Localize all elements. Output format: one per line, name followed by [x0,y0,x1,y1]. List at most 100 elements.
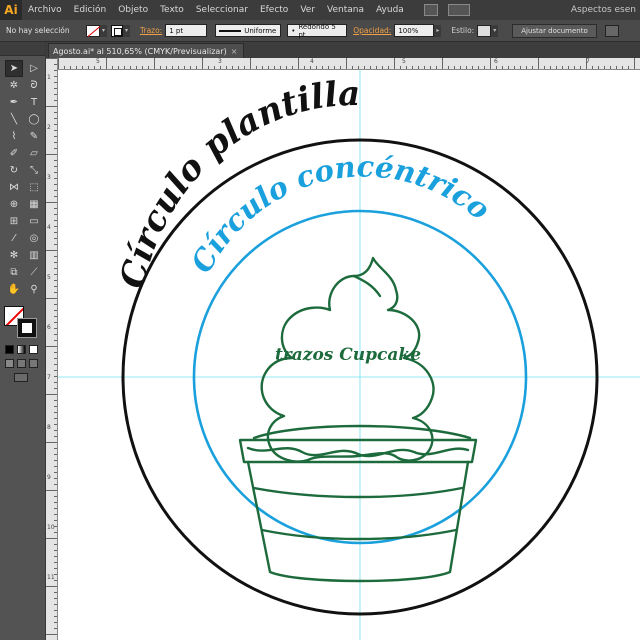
concentric-circle-label[interactable]: Círculo concéntrico [184,150,496,279]
adjust-document-button[interactable]: Ajustar documento [512,23,597,38]
ruler-tick [46,634,57,635]
rim-wave [246,446,470,458]
column-graph-tool-icon[interactable]: ▥ [25,247,43,264]
lasso-tool-icon[interactable]: ᘐ [25,77,43,94]
ruler-tick [54,64,57,65]
zoom-tool-icon[interactable]: ⚲ [25,281,43,298]
magic-wand-tool-icon[interactable]: ✲ [5,77,23,94]
bridge-icon[interactable] [423,4,438,16]
arrange-documents-icon[interactable] [447,4,470,16]
preferences-icon[interactable] [604,24,619,37]
menu-objeto[interactable]: Objeto [112,0,154,20]
paintbrush-tool-icon[interactable]: ⌇ [5,128,23,145]
brush-definition[interactable]: • Redondo 5 pt. [287,22,348,39]
type-tool-icon[interactable]: T [25,94,43,111]
menu-texto[interactable]: Texto [154,0,190,20]
ruler-tick [46,202,57,203]
menu-seleccionar[interactable]: Seleccionar [190,0,254,20]
menu-ventana[interactable]: Ventana [321,0,370,20]
cupcake-label[interactable]: trazos Cupcake [275,345,421,365]
document-tab[interactable]: Agosto.ai* al 510,65% (CMYK/Previsualiza… [48,43,245,58]
scale-tool-icon[interactable]: ⤡ [25,162,43,179]
workspace-switcher[interactable]: Aspectos esen [571,0,636,20]
ruler-tick [46,250,57,251]
document-tab-bar: Agosto.ai* al 510,65% (CMYK/Previsualiza… [46,42,640,58]
rotate-tool-icon[interactable]: ↻ [5,162,23,179]
artboard-tool-icon[interactable]: ⧉ [5,264,23,281]
chevron-right-icon[interactable]: ▸ [434,24,442,37]
eraser-tool-icon[interactable]: ▱ [25,145,43,162]
symbol-sprayer-tool-icon[interactable]: ✻ [5,247,23,264]
mesh-tool-icon[interactable]: ⊞ [5,213,23,230]
line-tool-icon[interactable]: ╲ [5,111,23,128]
hand-tool-icon[interactable]: ✋ [5,281,23,298]
chevron-down-icon[interactable]: ▾ [123,24,130,37]
blend-tool-icon[interactable]: ◎ [25,230,43,247]
screen-mode-icon[interactable] [14,373,28,382]
menu-edicion[interactable]: Edición [68,0,113,20]
ruler-label: 1 [47,74,51,81]
ruler-tick [46,394,57,395]
opacity-field[interactable]: 100% [394,24,435,37]
stroke-icon[interactable] [17,318,37,338]
menu-ayuda[interactable]: Ayuda [370,0,410,20]
selection-tool-icon[interactable]: ➤ [5,60,23,77]
stroke-swatch[interactable] [111,24,123,37]
ruler-tick [46,298,57,299]
pencil-tool-icon[interactable]: ✎ [25,128,43,145]
artboard-canvas[interactable]: Círculo plantilla Círculo concéntrico tr… [58,70,640,640]
fill-swatch[interactable] [86,24,100,37]
fill-stroke-control[interactable] [4,306,40,340]
draw-normal-icon[interactable] [5,359,14,368]
frosting-fold [352,274,382,298]
brush-label: Redondo 5 pt. [298,22,336,39]
ruler-label: 5 [402,58,406,65]
color-mode-icon[interactable] [5,345,14,354]
ruler-tick [46,442,57,443]
menu-efecto[interactable]: Efecto [254,0,294,20]
ruler-label: 7 [47,374,51,381]
free-transform-tool-icon[interactable]: ⬚ [25,179,43,196]
horizontal-ruler[interactable]: 5 3 4 5 6 7 [58,58,640,70]
ruler-label: 4 [47,224,51,231]
opacity-label[interactable]: Opacidad: [353,26,391,35]
ruler-tick [46,490,57,491]
ruler-tick [154,58,155,69]
shape-builder-tool-icon[interactable]: ⊕ [5,196,23,213]
draw-inside-icon[interactable] [29,359,38,368]
slice-tool-icon[interactable]: ⟋ [25,264,43,281]
line-sample-icon [219,29,242,32]
ruler-tick [202,58,203,69]
chevron-down-icon[interactable]: ▾ [100,24,107,37]
vertical-ruler[interactable]: 1 2 3 4 5 6 7 8 9 10 11 [46,58,58,640]
gradient-tool-icon[interactable]: ▭ [25,213,43,230]
perspective-grid-tool-icon[interactable]: ▦ [25,196,43,213]
none-mode-icon[interactable] [29,345,38,354]
pen-tool-icon[interactable]: ✒ [5,94,23,111]
tool-grid: ➤ ▷ ✲ ᘐ ✒ T ╲ ◯ ⌇ ✎ ✐ ▱ ↻ ⤡ ⋈ ⬚ ⊕ ▦ ⊞ ▭ ⁄ ◎ ✻ ▥ ⧉ ⟋ ✋ ⚲ [0,56,45,298]
ruler-label: 8 [47,424,51,431]
width-tool-icon[interactable]: ⋈ [5,179,23,196]
menu-archivo[interactable]: Archivo [22,0,68,20]
gradient-mode-icon[interactable] [17,345,26,354]
app-logo: Ai [0,0,22,20]
ruler-tick [394,58,395,69]
menu-ver[interactable]: Ver [294,0,321,20]
graphic-style-swatch[interactable] [477,24,492,37]
variable-width-profile[interactable]: Uniforme [215,24,282,37]
eyedropper-tool-icon[interactable]: ⁄ [5,230,23,247]
cupcake-drawing[interactable] [238,256,478,583]
draw-mode-row [5,359,45,368]
close-icon[interactable]: × [231,47,238,56]
stroke-label[interactable]: Trazo: [140,26,162,35]
direct-selection-tool-icon[interactable]: ▷ [25,60,43,77]
ruler-label: 3 [47,174,51,181]
ellipse-tool-icon[interactable]: ◯ [25,111,43,128]
stroke-weight-field[interactable]: 1 pt [165,24,208,37]
chevron-down-icon[interactable]: ▾ [491,24,499,37]
panel-grip[interactable] [0,42,45,56]
ruler-label: 10 [47,524,55,531]
blob-brush-tool-icon[interactable]: ✐ [5,145,23,162]
draw-behind-icon[interactable] [17,359,26,368]
ruler-tick [58,58,59,69]
